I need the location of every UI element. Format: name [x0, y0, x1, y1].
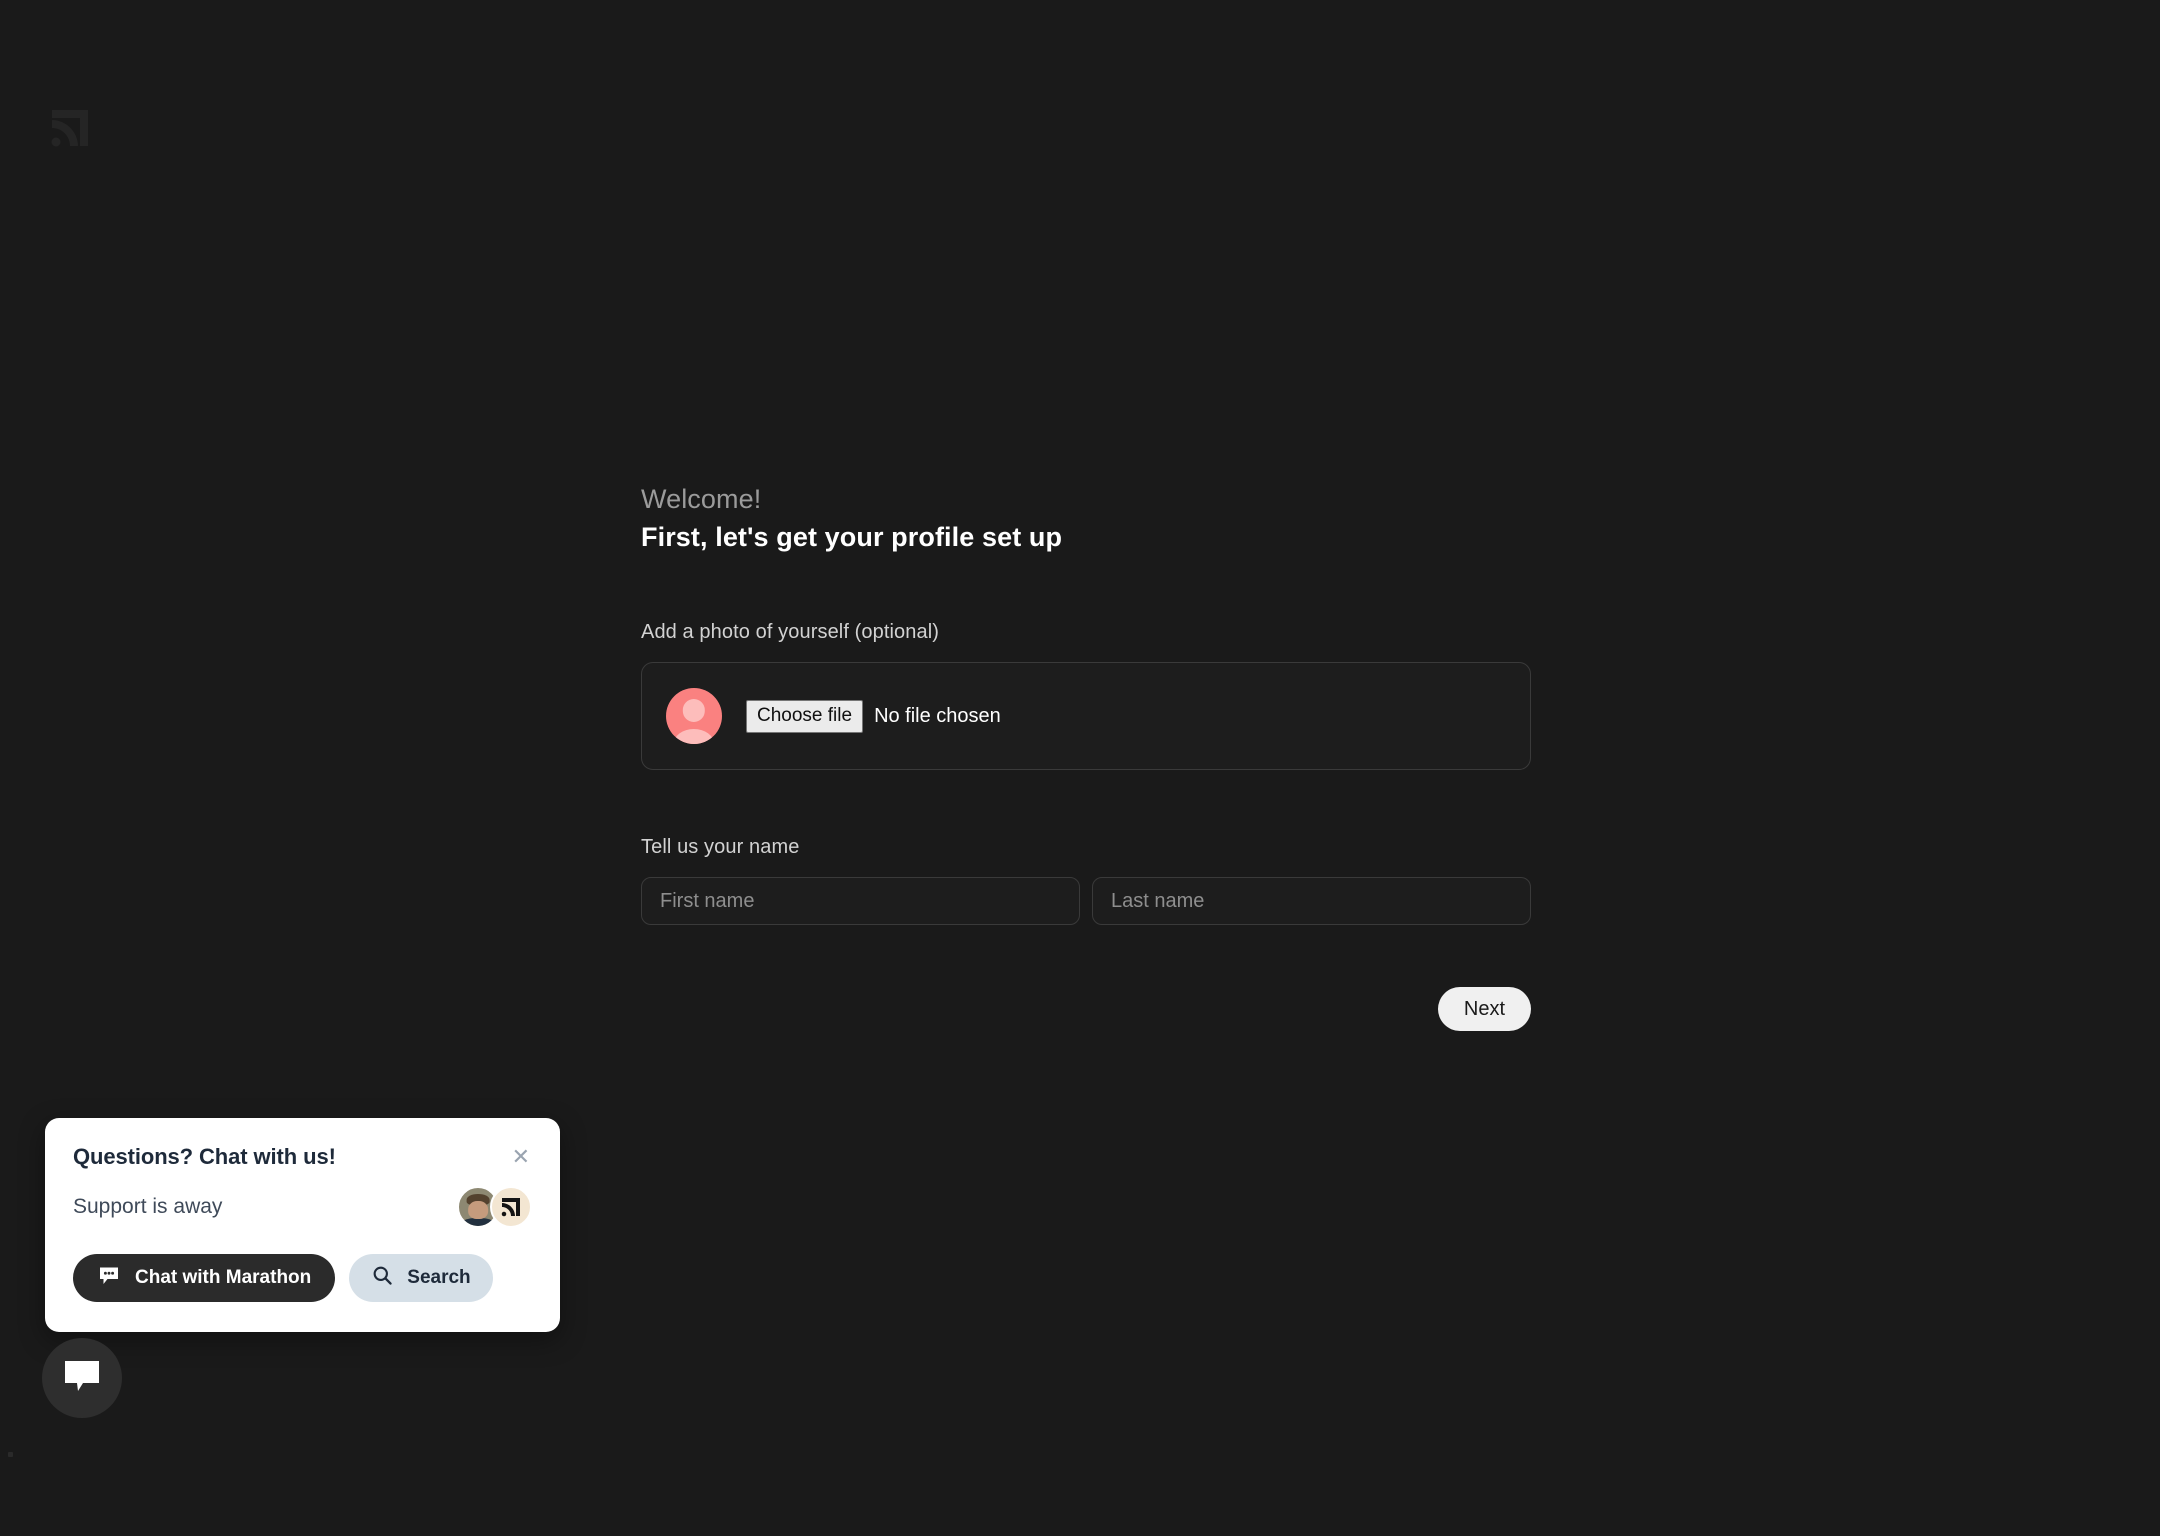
search-icon: [371, 1264, 394, 1293]
chat-button-label: Chat with Marathon: [135, 1267, 312, 1288]
file-status-text: No file chosen: [874, 704, 1001, 727]
choose-file-button[interactable]: Choose file: [746, 699, 864, 733]
first-name-input[interactable]: [641, 877, 1080, 926]
name-inputs-row: [641, 877, 1531, 926]
chat-widget-actions: Chat with Marathon Search: [73, 1254, 532, 1302]
page-title: First, let's get your profile set up: [641, 521, 1063, 552]
last-name-input[interactable]: [1092, 877, 1531, 926]
chat-launcher-button[interactable]: [42, 1338, 122, 1418]
onboarding-form: Welcome! First, let's get your profile s…: [641, 482, 1531, 1032]
chat-widget-title: Questions? Chat with us!: [73, 1144, 336, 1169]
name-field-label: Tell us your name: [641, 836, 800, 859]
agent-avatar-group: [457, 1186, 532, 1228]
chat-status-row: Support is away: [73, 1184, 532, 1230]
chat-widget-header: Questions? Chat with us! ✕: [73, 1144, 532, 1170]
default-avatar-icon: [666, 688, 722, 745]
search-button[interactable]: Search: [349, 1254, 493, 1302]
next-button[interactable]: Next: [1437, 987, 1531, 1032]
photo-upload-card[interactable]: Choose file No file chosen: [641, 662, 1531, 771]
chat-bubble-icon: [63, 1359, 101, 1398]
chat-with-marathon-button[interactable]: Chat with Marathon: [73, 1254, 336, 1302]
photo-field-label: Add a photo of yourself (optional): [641, 621, 940, 644]
brand-avatar: [490, 1186, 532, 1228]
chat-widget-card: Questions? Chat with us! ✕ Support is aw…: [45, 1118, 560, 1332]
close-icon[interactable]: ✕: [500, 1144, 532, 1170]
corner-artifact: [8, 1452, 13, 1457]
form-actions: Next: [641, 987, 1531, 1032]
file-input[interactable]: Choose file No file chosen: [746, 699, 1001, 733]
chat-status-text: Support is away: [73, 1195, 223, 1218]
search-button-label: Search: [407, 1267, 471, 1288]
brand-logo-icon: [46, 104, 94, 152]
welcome-text: Welcome!: [641, 484, 762, 514]
chat-bubble-dots-icon: [97, 1263, 121, 1293]
